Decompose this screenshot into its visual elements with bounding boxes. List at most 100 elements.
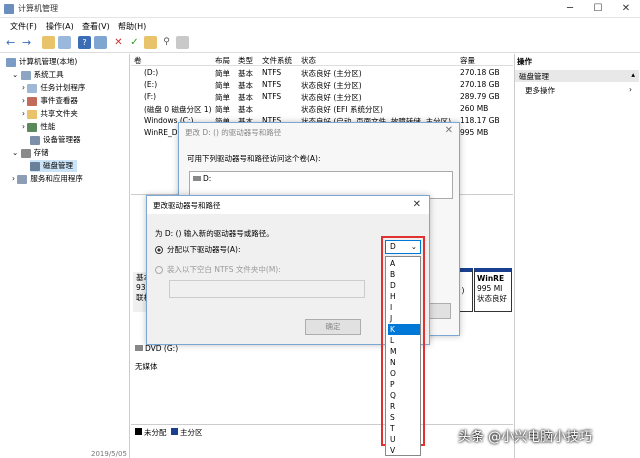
menu-action[interactable]: 操作(A)	[46, 21, 74, 32]
properties-icon[interactable]	[58, 36, 71, 49]
folder-icon[interactable]	[42, 36, 55, 49]
folder-open-icon[interactable]	[144, 36, 157, 49]
radio-checked[interactable]	[155, 246, 163, 254]
disk-icon	[30, 161, 40, 171]
list-item[interactable]: I	[388, 302, 420, 313]
list-item[interactable]: M	[388, 346, 420, 357]
check-icon[interactable]: ✓	[128, 36, 141, 49]
dialog-close-button[interactable]: ✕	[445, 125, 453, 136]
drive-letter-select[interactable]: D ⌄	[385, 240, 421, 254]
list-item[interactable]: L	[388, 335, 420, 346]
device-icon	[30, 135, 40, 145]
ok-button[interactable]: 确定	[305, 319, 361, 335]
list-item-d[interactable]: D:	[193, 174, 211, 183]
list-item[interactable]: N	[388, 357, 420, 368]
col-filesystem[interactable]: 文件系统	[262, 55, 292, 66]
tree-item-services[interactable]: › 服务和应用程序	[12, 173, 83, 185]
minimize-button[interactable]: ─	[556, 0, 584, 18]
list-item[interactable]: T	[388, 423, 420, 434]
list-item[interactable]: B	[388, 269, 420, 280]
folder-path-input[interactable]	[169, 280, 365, 298]
back-icon[interactable]: ←	[6, 36, 19, 49]
dialog-close-button[interactable]: ✕	[413, 199, 421, 210]
table-row[interactable]: (磁盘 0 磁盘分区 1) 简单 基本 状态良好 (EFI 系统分区) 260 …	[131, 104, 513, 115]
app-icon	[4, 4, 14, 14]
chevron-down-icon[interactable]: ⌄	[12, 70, 21, 79]
maximize-button[interactable]: ☐	[584, 0, 612, 18]
tree-item-disk-management[interactable]: 磁盘管理	[30, 160, 77, 172]
actions-pane: 操作 磁盘管理 ▴ 更多操作 ›	[514, 54, 640, 458]
mount-folder-radio[interactable]: 装入以下空白 NTFS 文件夹中(M):	[155, 264, 281, 275]
menu-bar: 文件(F) 操作(A) 查看(V) 帮助(H)	[0, 19, 640, 33]
table-header: 卷 布局 类型 文件系统 状态 容量	[131, 54, 513, 66]
list-item[interactable]: Q	[388, 390, 420, 401]
list-item[interactable]: O	[388, 368, 420, 379]
folder-icon	[27, 109, 38, 119]
col-volume[interactable]: 卷	[134, 55, 142, 66]
list-item[interactable]: J	[388, 313, 420, 324]
list-item[interactable]: P	[388, 379, 420, 390]
tree-item-system-tools[interactable]: ⌄ 系统工具	[12, 69, 64, 81]
table-row[interactable]: (F:) 简单 基本 NTFS 状态良好 (主分区) 289.79 GB	[131, 92, 513, 103]
drive-letter-list: A B D H I J K L M N O P Q R S T U V	[385, 256, 421, 456]
toolbar: ← → ? ✕ ✓ ⚲	[0, 33, 640, 53]
dialog-title: 更改 D: () 的驱动器号和路径	[185, 128, 282, 137]
chevron-down-icon[interactable]: ⌄	[12, 148, 21, 157]
disk-legend: 未分配 主分区	[131, 424, 513, 438]
drive-icon	[193, 176, 201, 181]
radio-unchecked[interactable]	[155, 266, 163, 274]
tree-item-storage[interactable]: ⌄ 存储	[12, 147, 49, 159]
date-text: 2019/5/05	[91, 450, 127, 458]
watermark: 头条 @小兴电脑小技巧	[458, 430, 593, 445]
col-capacity[interactable]: 容量	[460, 55, 475, 66]
close-button[interactable]: ✕	[612, 0, 640, 18]
computer-icon	[6, 57, 16, 67]
delete-icon[interactable]: ✕	[112, 36, 125, 49]
navigation-tree: 计算机管理(本地) ⌄ 系统工具 › 任务计划程序 › 事件查看器 › 共享文件…	[0, 54, 130, 458]
list-item[interactable]: R	[388, 401, 420, 412]
tree-item-task-scheduler[interactable]: › 任务计划程序	[22, 82, 85, 94]
more-actions[interactable]: 更多操作 ›	[525, 85, 632, 96]
search-icon[interactable]: ⚲	[160, 36, 173, 49]
settings-icon[interactable]	[176, 36, 189, 49]
menu-file[interactable]: 文件(F)	[10, 21, 37, 32]
chevron-right-icon: ›	[629, 85, 632, 94]
event-icon	[27, 96, 38, 106]
list-item[interactable]: S	[388, 412, 420, 423]
computer-management-window: 计算机管理 ─ ☐ ✕ 文件(F) 操作(A) 查看(V) 帮助(H) ← → …	[0, 0, 640, 458]
col-type[interactable]: 类型	[238, 55, 253, 66]
performance-icon	[27, 122, 38, 132]
view-icon[interactable]	[94, 36, 107, 49]
help-icon[interactable]: ?	[78, 36, 91, 49]
tree-item-shared-folders[interactable]: › 共享文件夹	[22, 108, 78, 120]
list-item[interactable]: D	[388, 280, 420, 291]
list-item[interactable]: A	[388, 258, 420, 269]
tree-item-performance[interactable]: › 性能	[22, 121, 55, 133]
dialog-titlebar: 更改驱动器号和路径 ✕	[147, 196, 429, 214]
dvd-label: DVD (G:) 无媒体	[135, 344, 179, 371]
list-item[interactable]: V	[388, 445, 420, 455]
table-row[interactable]: (E:) 简单 基本 NTFS 状态良好 (主分区) 270.18 GB	[131, 80, 513, 91]
collapse-icon[interactable]: ▴	[631, 70, 635, 79]
list-item[interactable]: U	[388, 434, 420, 445]
tree-item-event-viewer[interactable]: › 事件查看器	[22, 95, 78, 107]
list-item-selected[interactable]: K	[388, 324, 420, 335]
chevron-down-icon: ⌄	[410, 242, 417, 251]
actions-section[interactable]: 磁盘管理 ▴	[515, 70, 639, 82]
window-title: 计算机管理	[18, 4, 58, 13]
forward-icon[interactable]: →	[22, 36, 35, 49]
tree-item-root[interactable]: 计算机管理(本地)	[6, 56, 77, 68]
services-icon	[17, 174, 28, 184]
menu-help[interactable]: 帮助(H)	[118, 21, 146, 32]
winre-partition[interactable]: WinRE 995 MI 状态良好	[474, 268, 512, 312]
col-layout[interactable]: 布局	[215, 55, 230, 66]
tree-item-device-manager[interactable]: 设备管理器	[30, 134, 81, 146]
table-row[interactable]: (D:) 简单 基本 NTFS 状态良好 (主分区) 270.18 GB	[131, 68, 513, 79]
list-item[interactable]: H	[388, 291, 420, 302]
legend-unallocated-swatch	[135, 428, 142, 435]
legend-primary-swatch	[171, 428, 178, 435]
menu-view[interactable]: 查看(V)	[82, 21, 110, 32]
assign-letter-radio[interactable]: 分配以下驱动器号(A):	[155, 244, 241, 255]
col-status[interactable]: 状态	[301, 55, 316, 66]
title-bar: 计算机管理 ─ ☐ ✕	[0, 0, 640, 18]
